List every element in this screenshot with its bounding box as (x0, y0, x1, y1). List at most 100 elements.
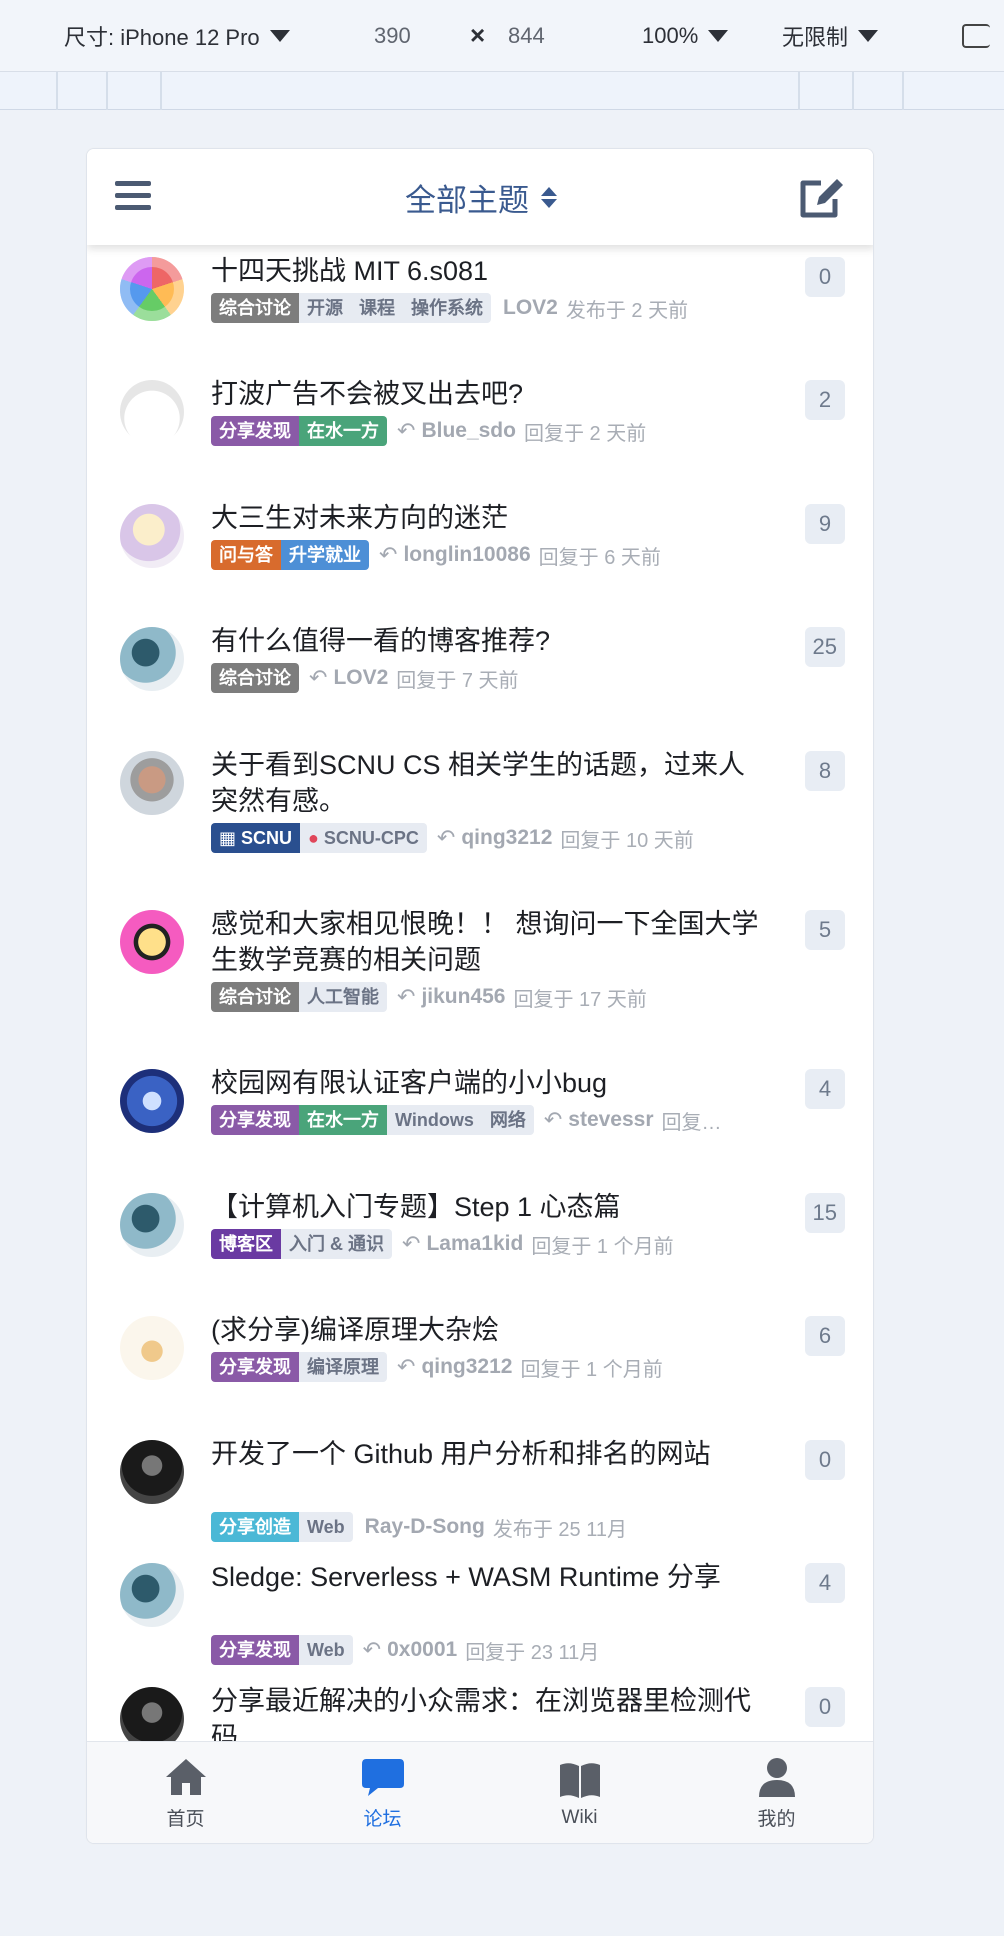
avatar[interactable] (120, 257, 184, 321)
category-tag[interactable]: 在水一方 (299, 1105, 387, 1135)
category-tag[interactable]: 分享创造 (211, 1512, 299, 1542)
topic-title[interactable]: 【计算机入门专题】Step 1 心态篇 (211, 1189, 771, 1225)
category-tag[interactable]: 博客区 (211, 1229, 281, 1259)
device-select[interactable]: 尺寸: iPhone 12 Pro (64, 20, 290, 52)
reply-count-badge[interactable]: 0 (805, 1687, 845, 1727)
avatar[interactable] (120, 1563, 184, 1627)
reply-count-badge[interactable]: 2 (805, 380, 845, 420)
reply-count-badge[interactable]: 0 (805, 1440, 845, 1480)
avatar[interactable] (120, 380, 184, 444)
category-tag-label: Windows (395, 1110, 474, 1130)
category-tag-label: 课程 (359, 298, 395, 318)
category-tag[interactable]: 开源 (299, 293, 351, 323)
topic-row[interactable]: 开发了一个 Github 用户分析和排名的网站分享创造 Web Ray-D-Song… (87, 1428, 873, 1551)
reply-count-badge[interactable]: 0 (805, 257, 845, 297)
category-tag[interactable]: 在水一方 (299, 416, 387, 446)
author-link[interactable]: Ray-D-Song (365, 1515, 485, 1539)
author-link[interactable]: stevessr (568, 1108, 653, 1132)
author-link[interactable]: LOV2 (503, 296, 558, 320)
topic-meta: 综合讨论 人工智能 ↶ jikun456 回复于 17 天前 (211, 982, 647, 1012)
author-link[interactable]: qing3212 (461, 826, 552, 850)
rotate-icon[interactable] (962, 24, 990, 48)
avatar[interactable] (120, 910, 184, 974)
activity-time: 回复于 1 个月前 (531, 1235, 674, 1258)
category-tag[interactable]: 综合讨论 (211, 982, 299, 1012)
reply-count-badge[interactable]: 25 (804, 627, 845, 667)
topic-title[interactable]: (求分享)编译原理大杂烩 (211, 1312, 771, 1348)
category-tag[interactable]: 人工智能 (299, 982, 387, 1012)
home-icon (165, 1759, 206, 1795)
category-tag[interactable]: ● SCNU-CPC (300, 823, 427, 853)
category-tag[interactable]: 入门 & 通识 (281, 1229, 393, 1259)
nav-wiki[interactable]: Wiki (481, 1742, 678, 1843)
menu-icon[interactable] (115, 181, 151, 211)
category-tag[interactable]: 编译原理 (299, 1352, 387, 1382)
category-tag[interactable]: 分享发现 (211, 1105, 299, 1135)
compose-icon[interactable] (799, 175, 847, 221)
topic-row[interactable]: 打波广告不会被叉出去吧? 分享发现 在水一方 ↶ Blue_sdo 回复于 2 天前 2 (87, 368, 873, 491)
category-tag[interactable]: 分享发现 (211, 1352, 299, 1382)
reply-count-badge[interactable]: 5 (805, 910, 845, 950)
topic-row[interactable]: 感觉和大家相见恨晚！！ 想询问一下全国大学生数学竞赛的相关问题综合讨论 人工智能 ↶… (87, 898, 873, 1021)
throttle-select[interactable]: 无限制 (782, 20, 879, 52)
reply-icon: ↶ (402, 1231, 421, 1256)
topic-title[interactable]: 感觉和大家相见恨晚！！ 想询问一下全国大学生数学竞赛的相关问题 (211, 906, 771, 978)
nav-me[interactable]: 我的 (678, 1742, 873, 1843)
topic-title[interactable]: 有什么值得一看的博客推荐? (211, 623, 771, 659)
author-link[interactable]: qing3212 (421, 1355, 512, 1379)
avatar[interactable] (120, 751, 184, 815)
avatar[interactable] (120, 1316, 184, 1380)
reply-count-badge[interactable]: 8 (805, 751, 845, 791)
avatar[interactable] (120, 1193, 184, 1257)
category-tag[interactable]: 升学就业 (281, 540, 369, 570)
reply-count-badge[interactable]: 6 (805, 1316, 845, 1356)
topic-row[interactable]: 十四天挑战 MIT 6.s081 综合讨论 开源 课程 操作系统 LOV2 发布于 2 天前… (87, 245, 873, 368)
topic-filter[interactable]: 全部主题 (405, 175, 557, 220)
avatar[interactable] (120, 504, 184, 568)
author-link[interactable]: Lama1kid (426, 1232, 523, 1256)
author-link[interactable]: 0x0001 (387, 1638, 457, 1662)
category-tag[interactable]: 操作系统 (403, 293, 491, 323)
nav-forum[interactable]: 论坛 (284, 1742, 481, 1843)
author-link[interactable]: LOV2 (333, 666, 388, 690)
category-tag[interactable]: 综合讨论 (211, 663, 299, 693)
author-link[interactable]: longlin10086 (403, 543, 530, 567)
reply-count-badge[interactable]: 9 (805, 504, 845, 544)
category-tag[interactable]: Web (299, 1635, 353, 1665)
zoom-select[interactable]: 100% (642, 23, 729, 49)
topic-title[interactable]: Sledge: Serverless + WASM Runtime 分享 (211, 1559, 771, 1595)
height-input[interactable]: 844 (508, 23, 545, 49)
topic-title[interactable]: 十四天挑战 MIT 6.s081 (211, 253, 771, 289)
topic-row[interactable]: 校园网有限认证客户端的小小bug 分享发现 在水一方 Windows 网络 ↶ steves… (87, 1057, 873, 1180)
width-input[interactable]: 390 (374, 23, 411, 49)
author-link[interactable]: jikun456 (421, 985, 505, 1009)
category-tag[interactable]: Windows (387, 1105, 482, 1135)
nav-home[interactable]: 首页 (87, 1742, 284, 1843)
author-link[interactable]: Blue_sdo (421, 419, 516, 443)
category-tag[interactable]: ▦ SCNU (211, 823, 301, 853)
reply-count-badge[interactable]: 4 (805, 1563, 845, 1603)
category-tag[interactable]: 问与答 (211, 540, 281, 570)
avatar[interactable] (120, 1069, 184, 1133)
topic-row[interactable]: 有什么值得一看的博客推荐? 综合讨论 ↶ LOV2 回复于 7 天前 25 (87, 615, 873, 738)
topic-row[interactable]: (求分享)编译原理大杂烩 分享发现 编译原理 ↶ qing3212 回复于 1 个月前 6 (87, 1304, 873, 1427)
topic-title[interactable]: 开发了一个 Github 用户分析和排名的网站 (211, 1436, 771, 1472)
topic-title[interactable]: 关于看到SCNU CS 相关学生的话题，过来人突然有感。 (211, 747, 771, 819)
reply-count-badge[interactable]: 4 (805, 1069, 845, 1109)
topic-title[interactable]: 打波广告不会被叉出去吧? (211, 376, 771, 412)
topic-row[interactable]: Sledge: Serverless + WASM Runtime 分享分享发现… (87, 1551, 873, 1674)
topic-row[interactable]: 关于看到SCNU CS 相关学生的话题，过来人突然有感。 ▦ SCNU ● SCNU… (87, 739, 873, 862)
category-tag[interactable]: Web (299, 1512, 353, 1542)
category-tag[interactable]: 网络 (481, 1105, 534, 1135)
category-tag[interactable]: 综合讨论 (211, 293, 299, 323)
topic-title[interactable]: 校园网有限认证客户端的小小bug (211, 1065, 771, 1101)
topic-row[interactable]: 【计算机入门专题】Step 1 心态篇博客区 入门 & 通识 ↶ Lama1kid 回复… (87, 1181, 873, 1304)
avatar[interactable] (120, 1440, 184, 1504)
topic-row[interactable]: 大三生对未来方向的迷茫 问与答 升学就业 ↶ longlin10086 回复于 6 天前 9 (87, 492, 873, 615)
category-tag[interactable]: 分享发现 (211, 416, 299, 446)
category-tag[interactable]: 课程 (351, 293, 403, 323)
avatar[interactable] (120, 627, 184, 691)
topic-title[interactable]: 大三生对未来方向的迷茫 (211, 500, 771, 536)
category-tag[interactable]: 分享发现 (211, 1635, 299, 1665)
reply-count-badge[interactable]: 15 (804, 1193, 845, 1233)
